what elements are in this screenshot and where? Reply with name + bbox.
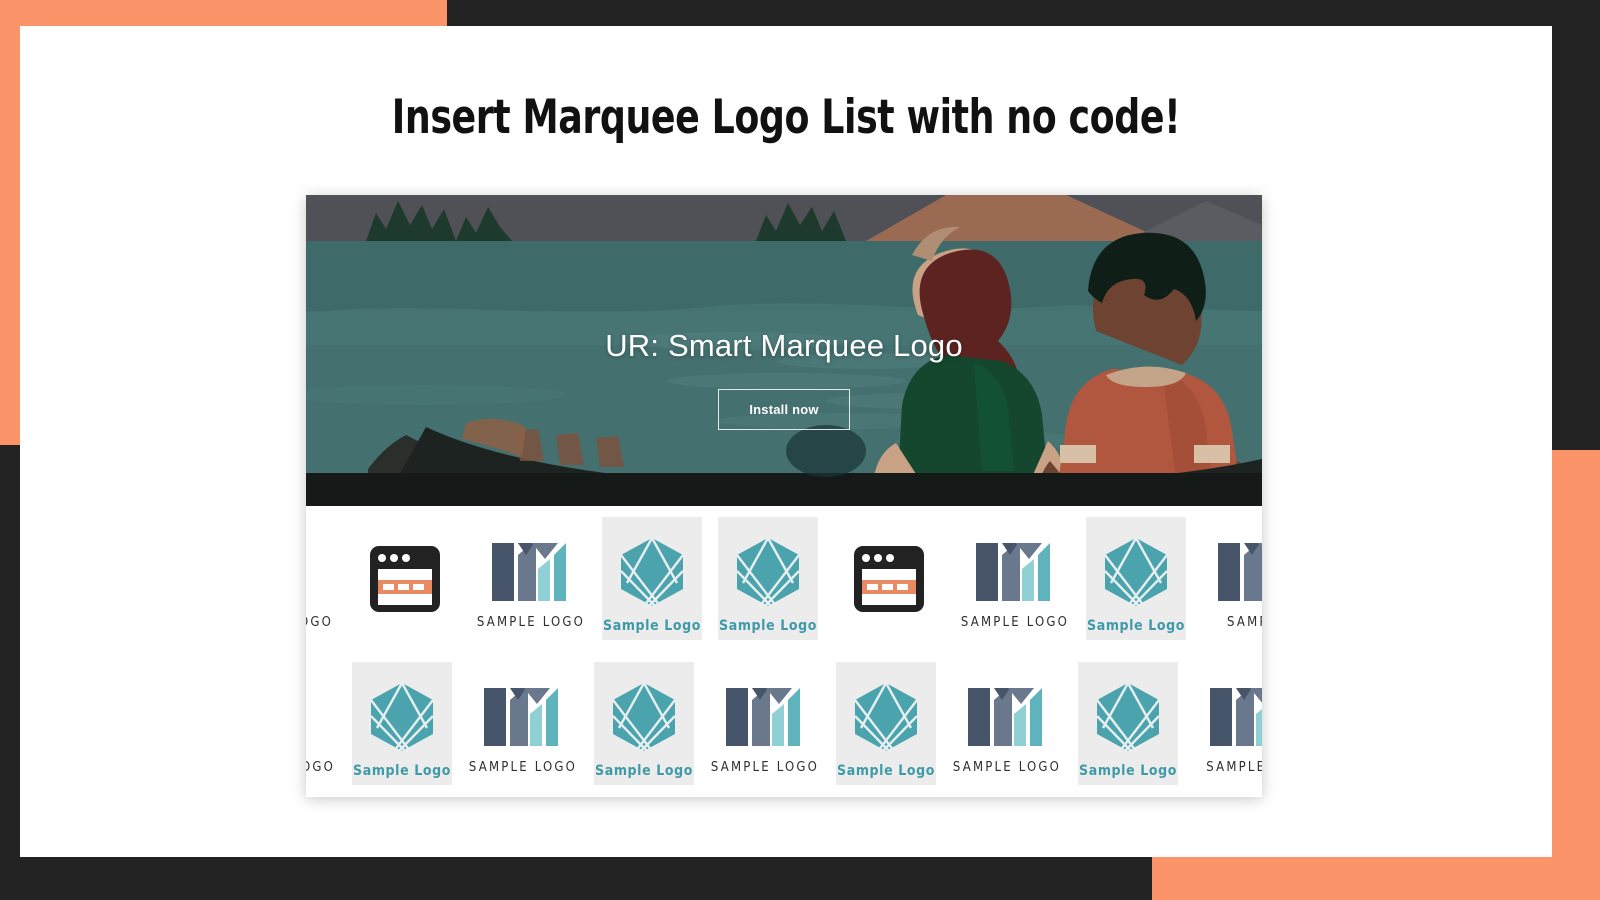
marquee-logo-caption: Sample LOGO: [306, 760, 336, 775]
bars-logo: [306, 672, 316, 756]
hero-overlay: UR: Smart Marquee Logo Install now: [306, 195, 1262, 506]
accent-bar-bottom: [1152, 856, 1600, 900]
bars-logo: [306, 527, 314, 611]
marquee-track-1: Sample LOGO Sample LOGO Sample Logo Sample …: [306, 506, 1262, 651]
marquee-logo-item[interactable]: Sample LOGO: [710, 662, 820, 785]
m-bars-logo: [972, 527, 1058, 611]
marquee-logo-caption: Sample: [1227, 615, 1262, 630]
marquee-logo-item[interactable]: [834, 517, 944, 640]
marquee-track-2: Sample LOGO Sample Logo Sample LOGO Sample …: [306, 651, 1262, 796]
m-bars-logo: [488, 527, 574, 611]
slide-card: Insert Marquee Logo List with no code! U…: [20, 26, 1552, 857]
marquee-logo-caption: Sample LOGO: [960, 615, 1070, 630]
marquee-logo-caption: Sample Logo: [353, 762, 451, 779]
page-title: Insert Marquee Logo List with no code!: [391, 90, 1181, 145]
hexagon-logo: [615, 530, 689, 614]
install-now-button[interactable]: Install now: [718, 388, 850, 430]
marquee-widget-preview: UR: Smart Marquee Logo Install now Sampl…: [306, 195, 1262, 797]
m-bars-logo: [1214, 527, 1262, 611]
marquee-logo-item[interactable]: Sample LOGO: [306, 517, 334, 640]
marquee-logo-item[interactable]: Sample Logo: [352, 662, 452, 785]
marquee-logo-item[interactable]: Sample Logo: [1086, 517, 1186, 640]
marquee-logo-caption: Sample Logo: [837, 762, 935, 779]
marquee-logo-caption: Sample Logo: [719, 617, 817, 634]
marquee-logo-caption: Sample LOGO: [468, 760, 578, 775]
hero-title: UR: Smart Marquee Logo: [605, 327, 963, 363]
marquee-logo-caption: Sample Logo: [603, 617, 701, 634]
hexagon-logo: [365, 675, 439, 759]
hexagon-logo: [849, 675, 923, 759]
marquee-logo-item[interactable]: Sample LOGO: [476, 517, 586, 640]
marquee-logo-caption: Sample LOGO: [710, 760, 820, 775]
marquee-logo-caption: Sample LOGO: [476, 615, 586, 630]
hexagon-logo: [1099, 530, 1173, 614]
marquee-row-2[interactable]: Sample LOGO Sample Logo Sample LOGO Sample …: [306, 651, 1262, 796]
frame-dark-right-panel: [1552, 0, 1600, 450]
m-bars-logo: [1206, 672, 1262, 756]
marquee-logo-caption: Sample LOGO: [306, 615, 334, 630]
accent-bar-right: [1552, 450, 1600, 900]
marquee-logo-list: Sample LOGOSample LOGOSample LogoSample …: [306, 506, 1262, 796]
marquee-logo-item[interactable]: Sample LOGO: [306, 662, 336, 785]
hexagon-logo: [607, 675, 681, 759]
marquee-logo-caption: Sample LOGO: [952, 760, 1062, 775]
marquee-logo-item[interactable]: Sample LOGO: [960, 517, 1070, 640]
marquee-logo-item[interactable]: Sample LOGO: [468, 662, 578, 785]
browser-window-logo: [368, 537, 442, 621]
marquee-logo-caption: Sample Logo: [1079, 762, 1177, 779]
marquee-logo-item[interactable]: Sample Logo: [836, 662, 936, 785]
marquee-logo-item[interactable]: Sample: [1202, 517, 1262, 640]
marquee-logo-item[interactable]: Sample Logo: [1078, 662, 1178, 785]
marquee-logo-item[interactable]: Sample Logo: [718, 517, 818, 640]
hero-banner: UR: Smart Marquee Logo Install now: [306, 195, 1262, 506]
marquee-logo-item[interactable]: Sample LO: [1194, 662, 1262, 785]
m-bars-logo: [964, 672, 1050, 756]
marquee-logo-caption: Sample LO: [1206, 760, 1262, 775]
m-bars-logo: [480, 672, 566, 756]
marquee-logo-caption: Sample Logo: [595, 762, 693, 779]
browser-window-logo: [852, 537, 926, 621]
marquee-logo-caption: Sample Logo: [1087, 617, 1185, 634]
m-bars-logo: [722, 672, 808, 756]
marquee-logo-item[interactable]: [350, 517, 460, 640]
marquee-row-1[interactable]: Sample LOGO Sample LOGO Sample Logo Sample …: [306, 506, 1262, 651]
hexagon-logo: [731, 530, 805, 614]
hexagon-logo: [1091, 675, 1165, 759]
marquee-logo-item[interactable]: Sample Logo: [594, 662, 694, 785]
marquee-logo-item[interactable]: Sample LOGO: [952, 662, 1062, 785]
accent-bar-left: [0, 0, 20, 445]
marquee-logo-item[interactable]: Sample Logo: [602, 517, 702, 640]
